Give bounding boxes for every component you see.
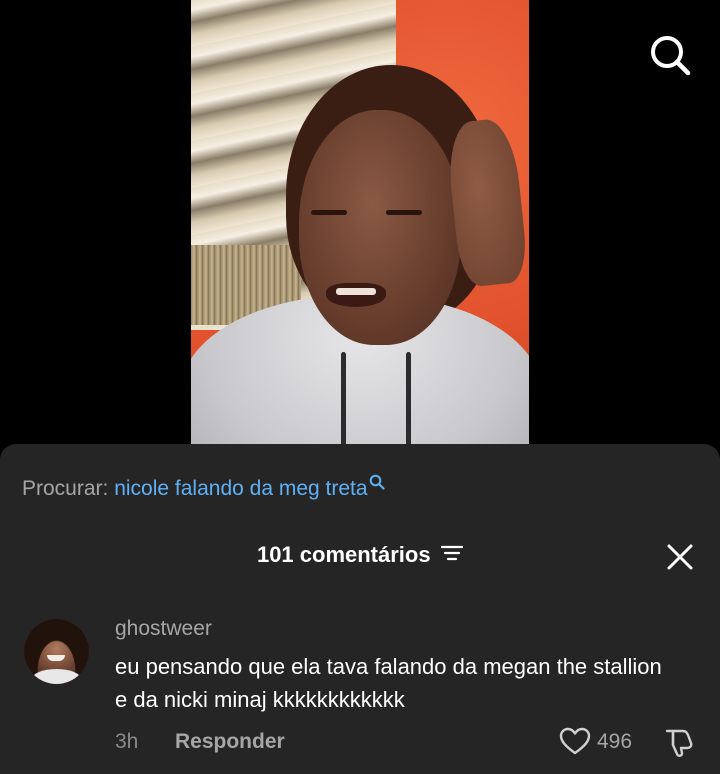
search-suggestion-query[interactable]: nicole falando da meg treta (114, 477, 367, 500)
avatar-shirt (32, 669, 81, 684)
search-icon (651, 36, 691, 76)
dislike-button[interactable] (663, 726, 695, 758)
comments-header: 101 comentários (0, 542, 720, 578)
comments-sheet: Procurar: nicole falando da meg treta 10… (0, 444, 720, 774)
search-suggestion-label: Procurar: (22, 477, 109, 500)
search-button[interactable] (648, 33, 692, 77)
hoodie-cord-left (341, 352, 346, 452)
like-button[interactable] (559, 726, 591, 758)
avatar[interactable] (24, 619, 89, 684)
comments-count: 101 comentários (256, 542, 431, 567)
person-eye-right (386, 210, 422, 215)
person-mouth (326, 283, 386, 307)
thumbs-down-icon (665, 729, 693, 757)
comment-username[interactable]: ghostweer (115, 617, 212, 641)
reply-button[interactable]: Responder (175, 730, 285, 754)
search-icon (369, 472, 385, 496)
video-player[interactable] (191, 0, 529, 470)
heart-icon (559, 727, 591, 755)
comment-text: eu pensando que ela tava falando da mega… (115, 654, 662, 712)
person-eye-left (311, 210, 347, 215)
filter-icon[interactable] (440, 544, 464, 567)
search-suggestion[interactable]: Procurar: nicole falando da meg treta (22, 474, 385, 501)
close-icon (667, 544, 693, 570)
person-face (299, 110, 461, 345)
close-button[interactable] (664, 541, 696, 573)
comment-time: 3h (115, 730, 139, 753)
comment-item: ghostweer eu pensando que ela tava falan… (0, 610, 720, 770)
hoodie-cord-right (406, 352, 411, 452)
like-count: 496 (597, 730, 633, 753)
